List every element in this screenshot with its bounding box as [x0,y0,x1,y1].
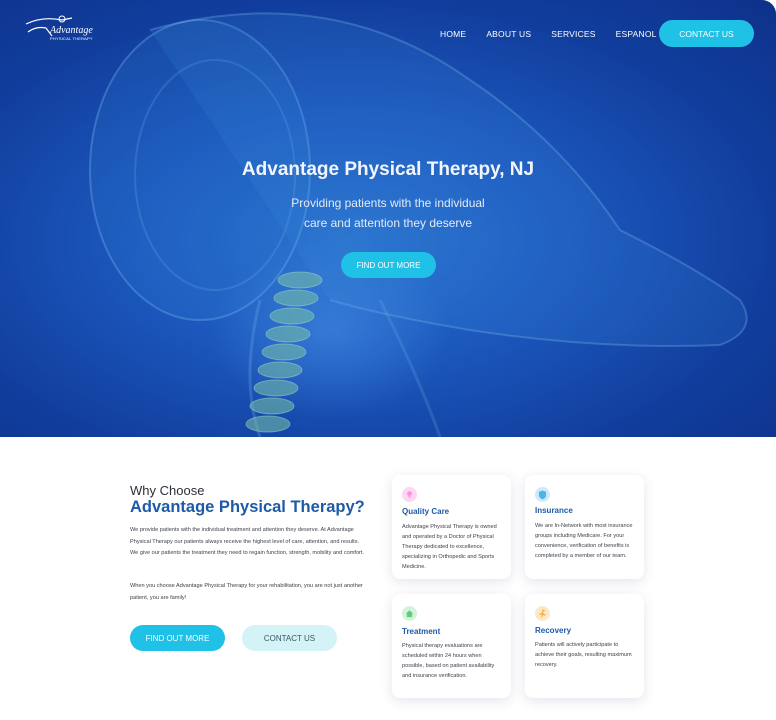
hero-subtitle: Providing patients with the individual c… [291,196,485,230]
why-big-heading: Advantage Physical Therapy? [130,498,365,516]
logo-subtext: PHYSICAL THERAPY [50,36,93,41]
hero-section: Advantage PHYSICAL THERAPY HOME ABOUT US… [0,0,776,437]
card-insurance: Insurance We are In-Network with most in… [525,475,644,579]
why-small-heading: Why Choose [130,483,205,498]
runner-icon [535,606,550,621]
nav-espanol[interactable]: ESPANOL [616,29,657,39]
card-text: Patients will actively participate to ac… [535,642,632,668]
contact-us-button[interactable]: CONTACT US [242,625,337,651]
card-text: Advantage Physical Therapy is owned and … [402,524,497,570]
header-contact-button[interactable]: CONTACT US [659,20,754,47]
card-treatment: Treatment Physical therapy evaluations a… [392,594,511,698]
card-title: Quality Care [402,507,450,516]
nav-about-us[interactable]: ABOUT US [486,29,531,39]
shield-icon [535,487,550,502]
card-text: We are In-Network with most insurance gr… [535,523,633,559]
card-title: Recovery [535,626,572,635]
find-out-more-button[interactable]: FIND OUT MORE [130,625,225,651]
nav-home[interactable]: HOME [440,29,466,39]
home-icon [402,606,417,621]
card-quality-care: Quality Care Advantage Physical Therapy … [392,475,511,579]
lightbulb-icon [402,487,417,502]
logo-text[interactable]: Advantage [50,26,93,36]
hero-title: Advantage Physical Therapy, NJ [241,159,535,180]
card-recovery: Recovery Patients will actively particip… [525,594,644,698]
card-title: Insurance [535,506,573,515]
card-title: Treatment [402,627,441,636]
main-nav: HOME ABOUT US SERVICES ESPANOL [440,29,677,39]
why-paragraph-1: We provide patients with the individual … [130,527,365,556]
hero-find-out-more-button[interactable]: FIND OUT MORE [341,252,436,278]
card-text: Physical therapy evaluations are schedul… [402,643,495,679]
why-paragraph-2: When you choose Advantage Physical Thera… [130,583,363,601]
nav-services[interactable]: SERVICES [551,29,595,39]
